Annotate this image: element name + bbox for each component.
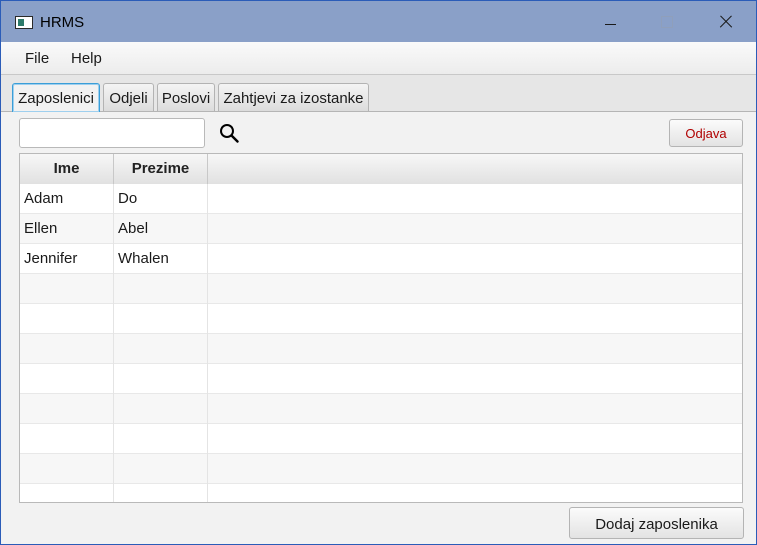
search-icon[interactable] (219, 123, 239, 143)
tab-zahtjevi-za-izostanke[interactable]: Zahtjevi za izostanke (218, 83, 369, 111)
empty-row (20, 484, 742, 502)
cell-empty (20, 484, 114, 502)
cell-empty (114, 484, 208, 502)
table-row[interactable]: Jennifer Whalen (20, 244, 742, 274)
tab-zaposlenici[interactable]: Zaposlenici (12, 83, 100, 112)
column-header-ime[interactable]: Ime (20, 154, 114, 184)
cell-empty (20, 334, 114, 364)
minimize-icon[interactable] (581, 1, 639, 42)
cell-empty (20, 454, 114, 484)
cell-empty (208, 424, 742, 454)
table-row[interactable]: Adam Do (20, 184, 742, 214)
cell-empty (114, 454, 208, 484)
cell-empty (114, 394, 208, 424)
empty-row (20, 334, 742, 364)
empty-row (20, 454, 742, 484)
cell-empty (114, 334, 208, 364)
cell-empty (114, 364, 208, 394)
tab-poslovi[interactable]: Poslovi (157, 83, 215, 111)
table-row[interactable]: Ellen Abel (20, 214, 742, 244)
empty-row (20, 274, 742, 304)
cell-empty (208, 334, 742, 364)
cell-empty (208, 484, 742, 502)
table-header: Ime Prezime (20, 154, 742, 185)
cell-empty (208, 454, 742, 484)
cell-empty (20, 424, 114, 454)
cell-empty (208, 274, 742, 304)
add-employee-button[interactable]: Dodaj zaposlenika (569, 507, 744, 539)
maximize-icon[interactable] (639, 1, 697, 42)
cell-empty (208, 364, 742, 394)
menu-help[interactable]: Help (71, 50, 102, 67)
cell-empty (114, 424, 208, 454)
cell-prezime: Whalen (114, 244, 208, 274)
search-input[interactable] (19, 118, 205, 148)
window-app-icon (15, 16, 33, 29)
empty-row (20, 394, 742, 424)
cell-empty (20, 304, 114, 334)
cell-empty (208, 214, 742, 244)
empty-row (20, 424, 742, 454)
column-header-filler (208, 154, 742, 184)
cell-empty (208, 184, 742, 214)
cell-ime: Adam (20, 184, 114, 214)
cell-empty (20, 364, 114, 394)
title-bar[interactable]: HRMS (1, 1, 756, 42)
employees-table: Ime Prezime Adam Do Ellen Abel Jennifer … (19, 153, 743, 503)
cell-prezime: Abel (114, 214, 208, 244)
cell-empty (208, 244, 742, 274)
app-window: HRMS File Help Zaposlenici Odjeli Poslov… (0, 0, 757, 545)
menu-bar: File Help (1, 42, 756, 75)
cell-ime: Jennifer (20, 244, 114, 274)
close-icon[interactable] (698, 1, 756, 42)
empty-row (20, 304, 742, 334)
cell-empty (114, 274, 208, 304)
window-title: HRMS (40, 14, 85, 31)
cell-empty (20, 394, 114, 424)
cell-empty (208, 304, 742, 334)
tab-odjeli[interactable]: Odjeli (103, 83, 154, 111)
cell-ime: Ellen (20, 214, 114, 244)
cell-empty (114, 304, 208, 334)
column-header-prezime[interactable]: Prezime (114, 154, 208, 184)
cell-empty (208, 394, 742, 424)
menu-file[interactable]: File (25, 50, 49, 67)
cell-empty (20, 274, 114, 304)
tab-bar: Zaposlenici Odjeli Poslovi Zahtjevi za i… (1, 75, 756, 112)
logout-button[interactable]: Odjava (669, 119, 743, 147)
empty-row (20, 364, 742, 394)
cell-prezime: Do (114, 184, 208, 214)
